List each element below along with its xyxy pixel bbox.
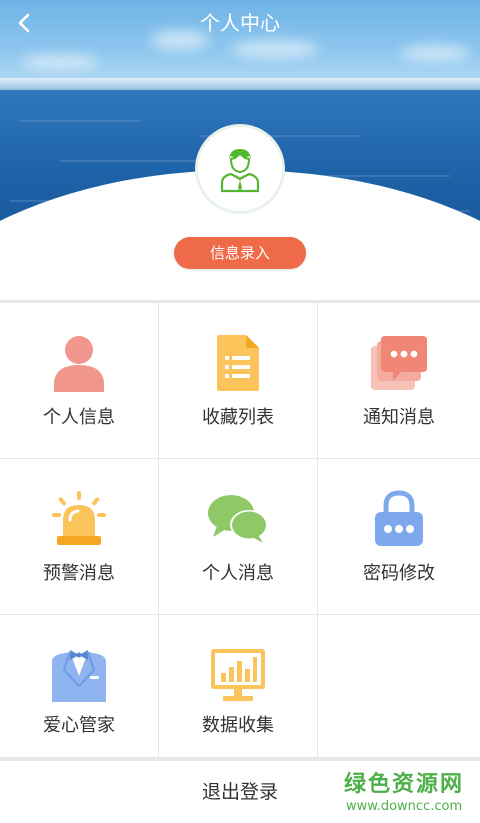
user-avatar-icon [220, 149, 260, 193]
person-icon [47, 331, 111, 395]
page-title: 个人中心 [200, 11, 280, 35]
menu-item-empty [318, 615, 480, 758]
cloud [400, 45, 470, 61]
menu-grid: 个人信息 收藏列表 通知消息 预警消息 个人消息 密码修改 爱心管家 数据收集 [0, 300, 480, 758]
butler-icon [47, 643, 111, 707]
info-entry-button[interactable]: 信息录入 [174, 237, 306, 269]
menu-item-label: 通知消息 [363, 407, 435, 428]
menu-item-change-password[interactable]: 密码修改 [318, 459, 480, 615]
avatar[interactable] [198, 127, 282, 211]
menu-item-label: 收藏列表 [202, 407, 274, 428]
menu-item-data-collection[interactable]: 数据收集 [159, 615, 318, 758]
menu-item-personal-messages[interactable]: 个人消息 [159, 459, 318, 615]
cloud [20, 55, 100, 69]
chat-bubbles-icon [206, 487, 270, 551]
menu-item-label: 密码修改 [363, 563, 435, 584]
menu-item-alerts[interactable]: 预警消息 [0, 459, 159, 615]
menu-item-notifications[interactable]: 通知消息 [318, 303, 480, 459]
monitor-chart-icon [206, 643, 270, 707]
alarm-light-icon [47, 487, 111, 551]
notification-cards-icon [367, 331, 431, 395]
menu-item-label: 数据收集 [202, 715, 274, 736]
padlock-icon [367, 487, 431, 551]
menu-item-label: 个人信息 [43, 407, 115, 428]
logout-bar: 退出登录 绿色资源网 www.downcc.com [0, 758, 480, 823]
logout-button[interactable]: 退出登录 [170, 777, 310, 807]
watermark-brand: 绿色资源网 [344, 772, 465, 797]
menu-item-label: 个人消息 [202, 563, 274, 584]
menu-item-butler[interactable]: 爱心管家 [0, 615, 159, 758]
document-list-icon [206, 331, 270, 395]
menu-item-personal-info[interactable]: 个人信息 [0, 303, 159, 459]
menu-item-favorites[interactable]: 收藏列表 [159, 303, 318, 459]
watermark-url: www.downcc.com [346, 799, 463, 814]
menu-item-label: 预警消息 [43, 563, 115, 584]
cloud [230, 40, 320, 58]
menu-item-label: 爱心管家 [43, 715, 115, 736]
